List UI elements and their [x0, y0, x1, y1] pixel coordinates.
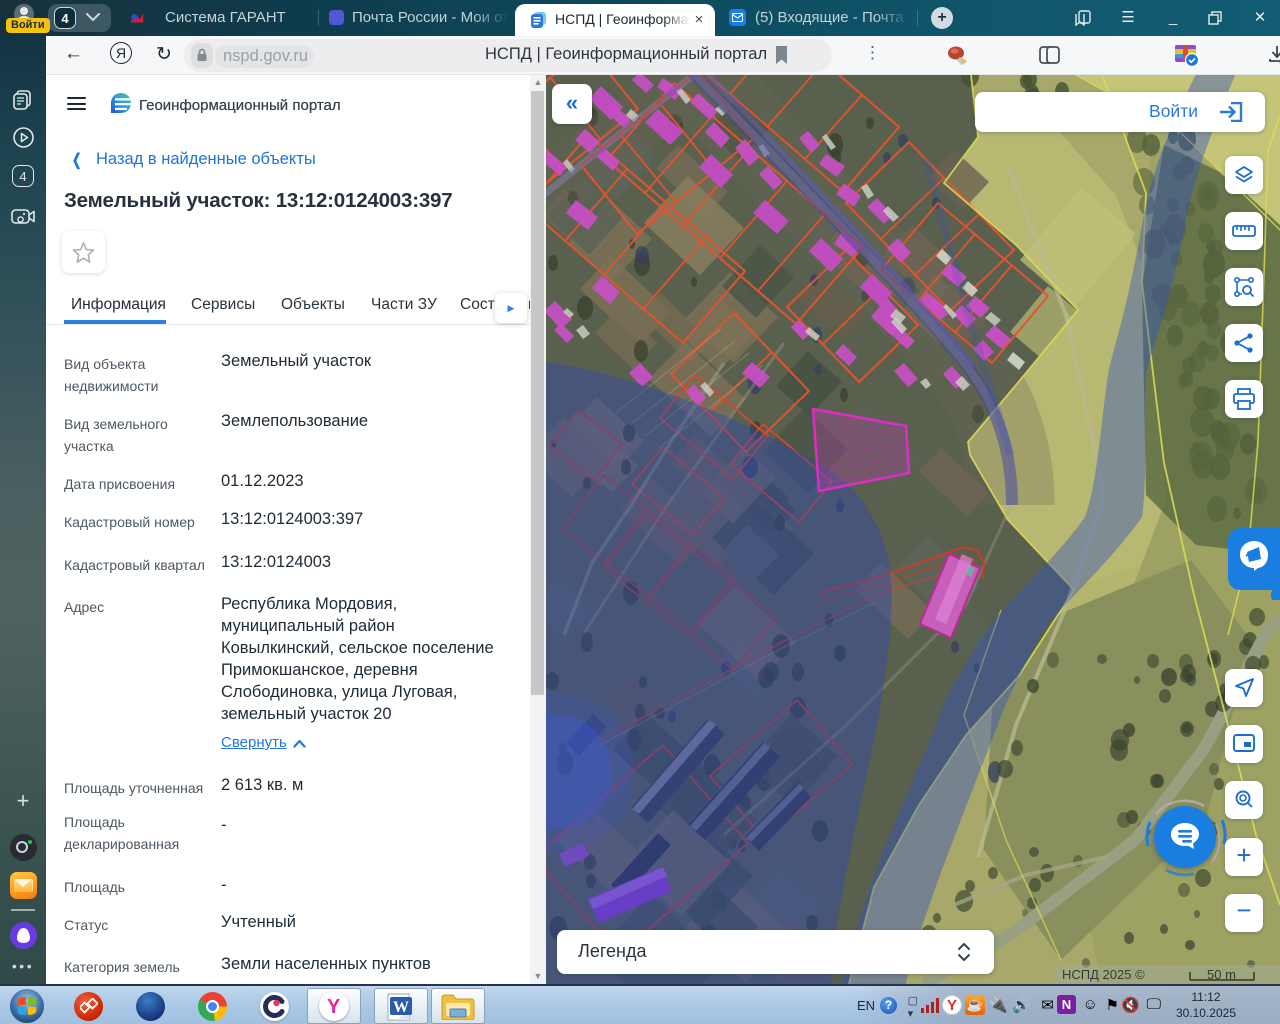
svg-text:W: W [393, 999, 409, 1016]
